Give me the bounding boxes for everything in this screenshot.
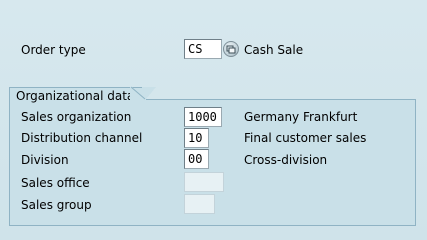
value-help-button[interactable] (223, 41, 239, 57)
sales-organization-input[interactable]: 1000 (184, 107, 222, 127)
sales-organization-label: Sales organization (21, 110, 132, 124)
division-label: Division (21, 153, 69, 167)
organizational-data-title: Organizational data (9, 87, 157, 104)
sales-group-input[interactable] (184, 194, 215, 214)
sales-group-label: Sales group (21, 198, 92, 212)
value-help-icon (226, 45, 236, 54)
sales-office-input[interactable] (184, 172, 224, 192)
order-type-label: Order type (21, 43, 86, 57)
division-input[interactable]: 00 (184, 149, 209, 169)
division-description: Cross-division (244, 153, 328, 167)
sales-organization-description: Germany Frankfurt (244, 110, 358, 124)
distribution-channel-label: Distribution channel (21, 131, 143, 145)
distribution-channel-description: Final customer sales (244, 131, 367, 145)
order-type-description: Cash Sale (244, 43, 304, 57)
sales-office-label: Sales office (21, 176, 90, 190)
group-tab-corner (130, 86, 146, 104)
distribution-channel-input[interactable]: 10 (184, 128, 209, 148)
order-type-input[interactable]: CS (184, 39, 222, 59)
